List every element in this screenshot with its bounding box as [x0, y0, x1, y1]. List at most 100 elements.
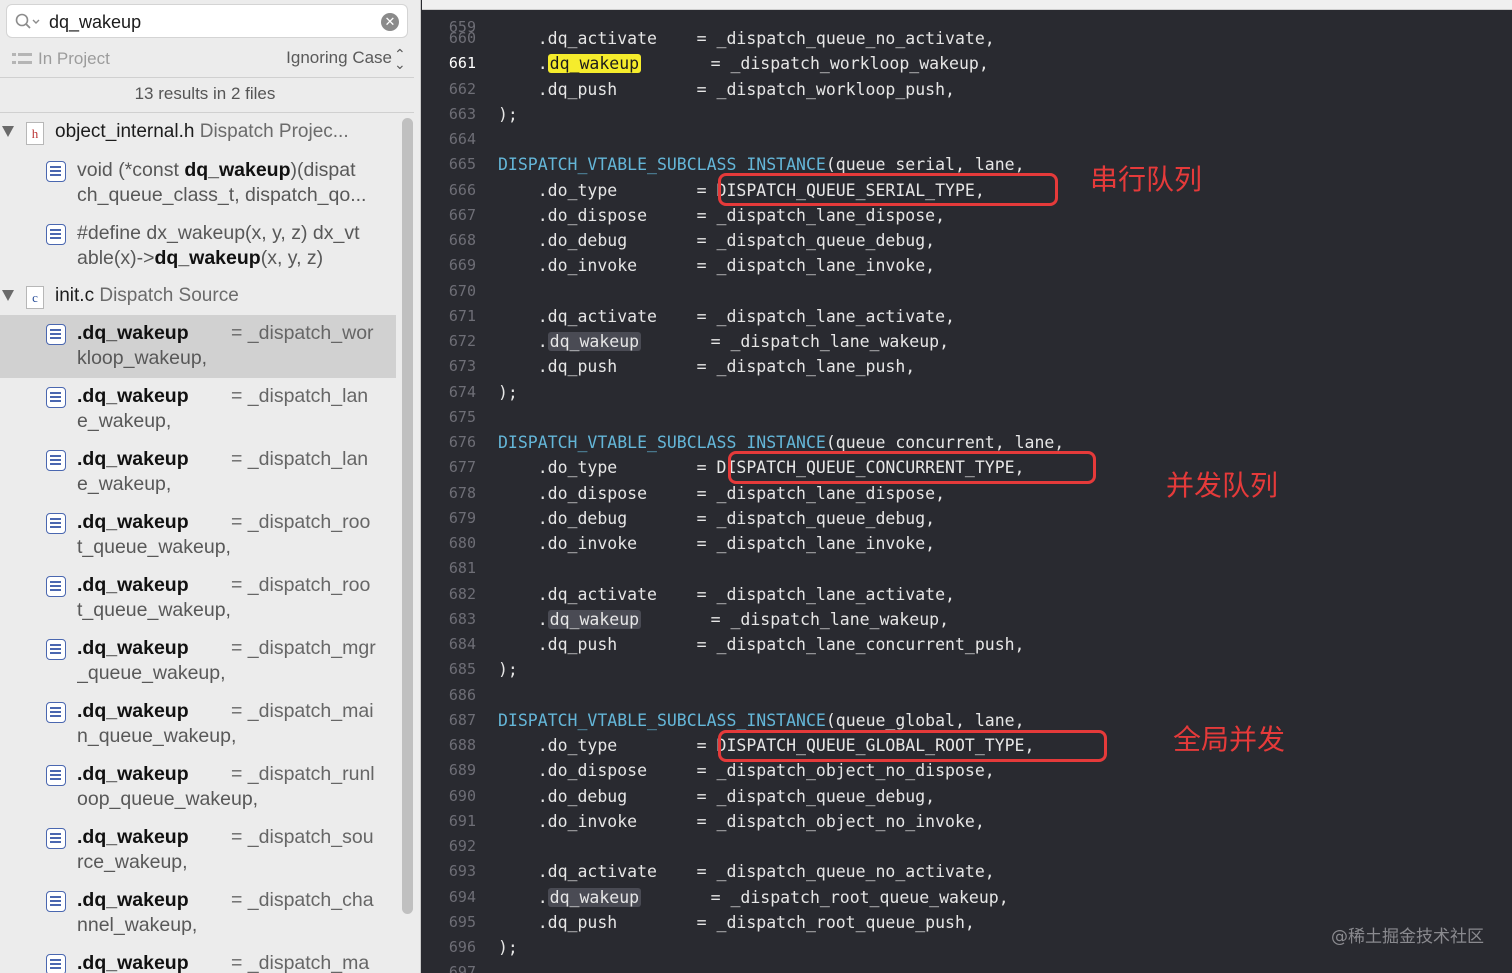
code-prefix: .	[498, 887, 548, 907]
file-group-object-internal-h[interactable]: h object_internal.h Dispatch Projec...	[0, 116, 398, 150]
line-number: 675	[448, 407, 476, 426]
result-continuation: _queue_wakeup,	[77, 662, 226, 684]
result-match: dq_wakeup	[154, 247, 261, 269]
search-input[interactable]	[49, 10, 369, 34]
result-text: .dq_wakeup = _dispatch_runl oop_queue_wake…	[77, 762, 389, 812]
line-number: 677	[448, 458, 476, 477]
up-down-chevron-icon[interactable]: ⌃ ⌄	[394, 47, 406, 71]
scope-selector[interactable]: In Project	[38, 49, 110, 69]
result-continuation: ch_queue_class_t, dispatch_qo...	[77, 184, 367, 206]
code-content: .dq_activate = _dispatch_lane_activate,	[498, 584, 955, 604]
code-args: (queue_serial, lane,	[825, 155, 1025, 175]
line-number: 674	[448, 382, 476, 401]
code-line: 663);	[422, 102, 1512, 127]
search-result[interactable]: .dq_wakeup = _dispatch_roo t_queue_wakeup,	[0, 504, 396, 567]
line-number: 672	[448, 332, 476, 350]
code-content: .dq_push = _dispatch_workloop_push,	[498, 79, 955, 99]
search-box[interactable]: ✕	[6, 4, 408, 38]
disclosure-triangle-icon[interactable]	[2, 126, 14, 137]
clear-search-icon[interactable]: ✕	[381, 13, 399, 31]
search-match-highlight: dq_wakeup	[547, 54, 642, 74]
navigator-scrollbar[interactable]	[402, 118, 413, 914]
code-line: 659	[422, 0, 1512, 36]
line-number: 691	[448, 811, 476, 830]
search-result[interactable]: .dq_wakeup = _dispatch_runl oop_queue_wake…	[0, 756, 396, 819]
line-number: 671	[448, 306, 476, 325]
result-prefix: #define dx_wakeup(x, y, z) dx_vt	[77, 222, 360, 244]
search-result[interactable]: void (*const dq_wakeup)(dispat ch_queue_…	[0, 152, 396, 215]
code-line: 690 .do_debug = _dispatch_queue_debug,	[422, 784, 1512, 809]
result-assignment: = _dispatch_sou	[231, 826, 374, 848]
code-editor[interactable]: 659 660 .dq_activate = _dispatch_queue_n…	[422, 0, 1512, 973]
line-number: 662	[448, 79, 476, 98]
search-result[interactable]: .dq_wakeup = _dispatch_lan e_wakeup,	[0, 378, 396, 441]
code-text: .dq_activate = _dispatch_lane_activate,	[498, 582, 955, 607]
code-snippet-icon	[46, 513, 66, 534]
code-snippet-icon	[46, 702, 66, 723]
file-group-init-c[interactable]: c init.c Dispatch Source	[0, 280, 398, 314]
code-line: 673 .dq_push = _dispatch_lane_push,	[422, 354, 1512, 379]
result-text: .dq_wakeup = _dispatch_wor kloop_wakeup,	[77, 321, 389, 371]
line-number: 670	[448, 281, 476, 300]
macro-name: DISPATCH_VTABLE_SUBCLASS_INSTANCE	[498, 710, 826, 730]
find-navigator: ✕ In Project Ignoring Case ⌃⌄ 13 results…	[0, 0, 421, 973]
search-result[interactable]: .dq_wakeup = _dispatch_mgr _queue_wakeup,	[0, 630, 396, 693]
result-text: .dq_wakeup = _dispatch_lan e_wakeup,	[77, 447, 389, 497]
search-result[interactable]: .dq_wakeup = _dispatch_mai n_queue_wakeup,	[0, 693, 396, 756]
code-text: .do_invoke = _dispatch_lane_invoke,	[498, 531, 935, 556]
code-content: .do_debug = _dispatch_queue_debug,	[498, 231, 936, 250]
search-result[interactable]: .dq_wakeup = _dispatch_wor kloop_wakeup,	[0, 315, 396, 378]
line-number: 684	[448, 635, 476, 653]
code-line: 662 .dq_push = _dispatch_workloop_push,	[422, 77, 1512, 102]
code-content: .do_dispose = _dispatch_object_no_dispos…	[498, 761, 995, 781]
line-number: 667	[448, 205, 476, 224]
code-line: 683 . dq_wakeup = _dispatch_lane_wakeup,	[422, 607, 1512, 632]
code-line: 697	[422, 960, 1512, 973]
search-result[interactable]: .dq_wakeup = _dispatch_ma	[0, 945, 396, 973]
file-project-path: Dispatch Projec...	[199, 121, 349, 142]
code-line: 687 DISPATCH_VTABLE_SUBCLASS_INSTANCE(que…	[422, 708, 1512, 733]
code-line: 678 .do_dispose = _dispatch_lane_dispose…	[422, 481, 1512, 506]
code-content: .dq_activate = _dispatch_queue_no_activa…	[498, 29, 995, 48]
code-snippet-icon	[46, 387, 66, 408]
search-scope-bar: In Project Ignoring Case ⌃ ⌄	[0, 44, 414, 74]
result-text: void (*const dq_wakeup)(dispat ch_queue_…	[77, 158, 389, 208]
line-number: 673	[448, 357, 476, 376]
code-snippet-icon	[46, 450, 66, 471]
result-text: #define dx_wakeup(x, y, z) dx_vt able(x)…	[77, 221, 389, 271]
line-number: 693	[448, 862, 476, 881]
search-icon[interactable]	[15, 13, 41, 31]
code-line: 675	[422, 405, 1512, 430]
result-match: .dq_wakeup	[77, 385, 189, 407]
code-text: .dq_activate = _dispatch_queue_no_activa…	[498, 859, 995, 884]
line-number: 688	[448, 736, 476, 754]
result-continuation: n_queue_wakeup,	[77, 725, 237, 747]
search-result[interactable]: .dq_wakeup = _dispatch_cha nnel_wakeup,	[0, 882, 396, 945]
result-text: .dq_wakeup = _dispatch_roo t_queue_wakeup,	[77, 510, 389, 560]
case-sensitivity-selector[interactable]: Ignoring Case	[286, 48, 392, 68]
code-text: . dq_wakeup = _dispatch_lane_wakeup,	[498, 329, 949, 354]
file-project-path: Dispatch Source	[99, 285, 239, 306]
results-summary: 13 results in 2 files	[134, 84, 276, 103]
result-match: .dq_wakeup	[77, 448, 189, 470]
disclosure-triangle-icon[interactable]	[2, 290, 14, 301]
code-text: .dq_push = _dispatch_lane_concurrent_pus…	[498, 632, 1025, 657]
code-prefix: .	[498, 609, 548, 629]
search-result[interactable]: .dq_wakeup = _dispatch_sou rce_wakeup,	[0, 819, 396, 882]
code-line: 681	[422, 556, 1512, 581]
code-content: .do_invoke = _dispatch_object_no_invoke,	[498, 811, 985, 831]
search-result[interactable]: #define dx_wakeup(x, y, z) dx_vt able(x)…	[0, 215, 396, 278]
file-name-text: init.c	[55, 285, 95, 306]
code-prefix: .	[498, 54, 548, 74]
result-assignment: = _dispatch_mai	[231, 700, 374, 722]
code-line: 667 .do_dispose = _dispatch_lane_dispose…	[422, 203, 1512, 228]
search-result[interactable]: .dq_wakeup = _dispatch_roo t_queue_wakeup,	[0, 567, 396, 630]
line-number: 681	[448, 559, 476, 578]
code-line: 689 .do_dispose = _dispatch_object_no_di…	[422, 758, 1512, 783]
search-result[interactable]: .dq_wakeup = _dispatch_lan e_wakeup,	[0, 441, 396, 504]
code-args: (queue_concurrent, lane,	[825, 433, 1065, 452]
code-text: );	[498, 935, 518, 960]
code-content: );	[498, 938, 518, 957]
annotation-serial-queue: 串行队列	[1090, 163, 1203, 196]
search-match-highlight: dq_wakeup	[547, 887, 642, 907]
